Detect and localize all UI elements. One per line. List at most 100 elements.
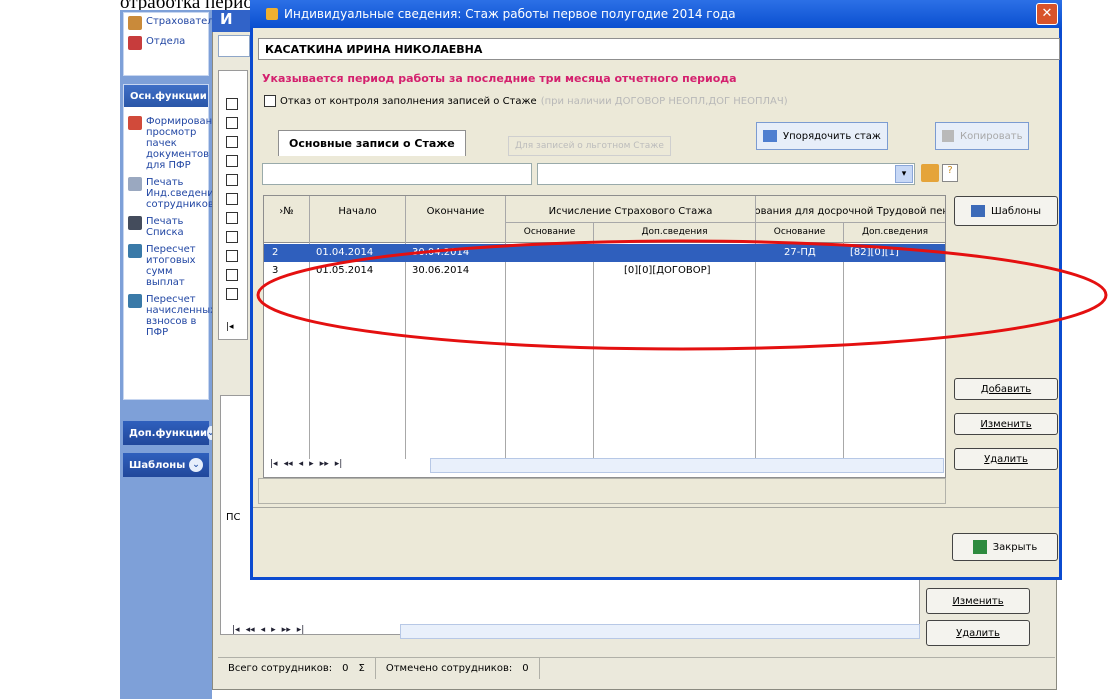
row-checkbox[interactable] (226, 250, 238, 262)
nav-item-label: Пересчет итоговых сумм выплат (146, 244, 196, 288)
checkbox-hint: (при наличии ДОГОВОР НЕОПЛ,ДОГ НЕОПЛАЧ) (540, 95, 788, 107)
column-header-num[interactable]: › № (264, 196, 310, 243)
templates-icon (971, 205, 986, 217)
nav-item-departments[interactable]: Отдела (124, 33, 208, 53)
group-title: Шаблоны (129, 459, 186, 471)
nav-item-print-list[interactable]: Печать Списка (124, 213, 208, 241)
column-header-start[interactable]: Начало (310, 196, 406, 243)
printer-icon (128, 216, 142, 230)
app-icon (266, 8, 278, 20)
column-header-end[interactable]: Окончание (406, 196, 506, 243)
row-checkbox[interactable] (226, 269, 238, 281)
extra-functions-group[interactable]: Доп.функции ⌄ (123, 421, 215, 445)
nav-item-form-packs[interactable]: Формирование, просмотр пачек документов … (124, 113, 228, 174)
templates-group[interactable]: Шаблоны ⌄ (123, 453, 209, 477)
sigma-icon[interactable]: Σ (359, 663, 365, 674)
main-functions-group: Осн.функции Формирование, просмотр пачек… (123, 84, 228, 400)
nav-item-insurer[interactable]: Страхователя (124, 13, 220, 33)
templates-button[interactable]: Шаблоны (954, 196, 1058, 226)
employee-name: КАСАТКИНА ИРИНА НИКОЛАЕВНА (258, 38, 1060, 60)
column-header-label: Основания для досрочной Трудовой пенсии (756, 206, 945, 217)
help-icon[interactable]: ? (942, 164, 958, 182)
row-checkbox[interactable] (226, 98, 238, 110)
nav-prev-button[interactable]: ◂ (299, 459, 304, 469)
main-functions-header[interactable]: Осн.функции (124, 85, 208, 107)
annotation-ellipse (256, 239, 1108, 351)
row-checkbox[interactable] (226, 174, 238, 186)
lower-input[interactable]: ПС (226, 512, 241, 523)
copy-icon (942, 130, 954, 142)
print-icon (128, 177, 142, 191)
main-window-title: И (212, 10, 252, 32)
nav-item-label: Отдела (146, 36, 186, 47)
nav-last-button[interactable]: ▸| (335, 459, 343, 469)
column-header-early-pension[interactable]: Основания для досрочной Трудовой пенсии (756, 196, 945, 222)
departments-icon (128, 36, 142, 50)
edit-button[interactable]: Изменить (926, 588, 1030, 614)
nav-first-button[interactable]: |◂ (232, 625, 240, 635)
recalc-icon (128, 244, 142, 258)
row-checkbox[interactable] (226, 231, 238, 243)
open-folder-icon[interactable] (921, 164, 939, 182)
dialog-title: Индивидуальные сведения: Стаж работы пер… (284, 7, 736, 21)
insurer-icon (128, 16, 142, 30)
status-marked: Отмечено сотрудников: 0 (376, 658, 540, 679)
main-search-input[interactable] (218, 35, 250, 57)
row-checkbox[interactable] (226, 136, 238, 148)
close-button[interactable]: Закрыть (952, 533, 1058, 561)
list-first-button[interactable]: |◂ (226, 322, 234, 332)
delete-record-button[interactable]: Удалить (954, 448, 1058, 470)
row-checkbox[interactable] (226, 212, 238, 224)
nav-item-label: Пересчет начисленных взносов в ПФР (146, 294, 217, 338)
nav-item-label: Страхователя (146, 16, 220, 27)
nav-item-label: Печать Списка (146, 216, 184, 238)
lower-grid-navigator: |◂ ◂◂ ◂ ▸ ▸▸ ▸| (232, 625, 304, 635)
chevron-down-icon[interactable]: ▾ (895, 165, 913, 183)
filter-combo[interactable]: ▾ (537, 163, 915, 185)
nav-item-print-individual[interactable]: Печать Инд.сведений сотрудников (124, 174, 220, 213)
grid-horizontal-scrollbar[interactable] (430, 458, 944, 473)
delete-button[interactable]: Удалить (926, 620, 1030, 646)
recalc-icon (128, 294, 142, 308)
filter-input[interactable] (262, 163, 532, 185)
nav-prev-page-button[interactable]: ◂◂ (246, 625, 255, 635)
close-icon[interactable]: ✕ (1036, 3, 1058, 25)
nav-next-button[interactable]: ▸ (271, 625, 276, 635)
lower-horizontal-scrollbar[interactable] (400, 624, 920, 639)
copy-button-label: Копировать (960, 130, 1023, 142)
nav-next-button[interactable]: ▸ (309, 459, 314, 469)
row-checkbox[interactable] (226, 288, 238, 300)
row-checkbox[interactable] (226, 117, 238, 129)
nav-item-recalc-payments[interactable]: Пересчет итоговых сумм выплат (124, 241, 208, 291)
column-header-insurance-stage[interactable]: Исчисление Страхового Стажа (506, 196, 756, 222)
row-checkbox[interactable] (226, 155, 238, 167)
nav-next-page-button[interactable]: ▸▸ (282, 625, 291, 635)
edit-record-button[interactable]: Изменить (954, 413, 1058, 435)
add-button[interactable]: Добавить (954, 378, 1058, 400)
column-header-label: Исчисление Страхового Стажа (548, 206, 713, 217)
status-marked-value: 0 (522, 663, 529, 674)
status-total-value: 0 (342, 663, 349, 674)
sort-stage-button[interactable]: Упорядочить стаж (756, 122, 888, 150)
period-note: Указывается период работы за последние т… (262, 72, 737, 85)
chevron-down-icon[interactable]: ⌄ (189, 458, 203, 472)
tab-main-records[interactable]: Основные записи о Стаже (278, 130, 466, 156)
nav-prev-page-button[interactable]: ◂◂ (284, 459, 293, 469)
sort-button-label: Упорядочить стаж (783, 130, 881, 142)
row-checkbox[interactable] (226, 193, 238, 205)
stage-control-checkbox-row[interactable]: Отказ от контроля заполнения записей о С… (264, 95, 788, 107)
sort-icon (763, 130, 777, 142)
grid-header: › № Начало Окончание Исчисление Страховог… (264, 196, 945, 243)
nav-last-button[interactable]: ▸| (297, 625, 305, 635)
nav-next-page-button[interactable]: ▸▸ (320, 459, 329, 469)
nav-first-button[interactable]: |◂ (270, 459, 278, 469)
templates-button-label: Шаблоны (991, 205, 1041, 217)
status-marked-label: Отмечено сотрудников: (385, 663, 513, 674)
tab-preferential-records[interactable]: Для записей о льготном Стаже (508, 136, 671, 156)
nav-item-recalc-contributions[interactable]: Пересчет начисленных взносов в ПФР (124, 291, 216, 341)
nav-prev-button[interactable]: ◂ (261, 625, 266, 635)
copy-button[interactable]: Копировать (935, 122, 1030, 150)
stage-control-checkbox[interactable] (264, 95, 276, 107)
close-button-label: Закрыть (992, 541, 1038, 553)
group-title: Доп.функции (129, 427, 208, 439)
